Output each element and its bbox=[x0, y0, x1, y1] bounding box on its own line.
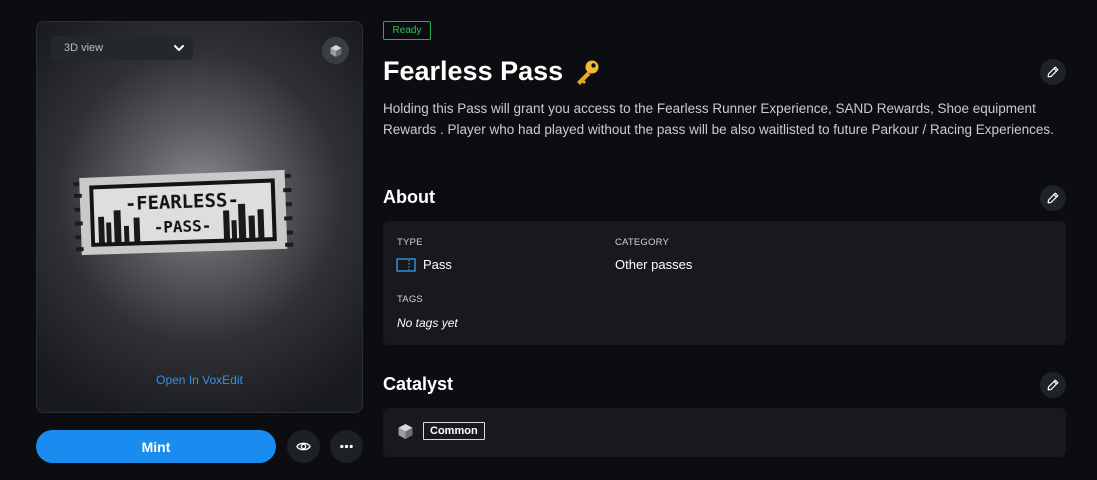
ticket-line-1: -FEARLESS- bbox=[125, 190, 240, 215]
ticket-icon bbox=[396, 257, 416, 272]
rarity-tag: Common bbox=[423, 422, 485, 440]
asset-preview[interactable]: 3D view -FEARLESS- -PASS- Open In VoxEdi… bbox=[36, 21, 363, 413]
catalyst-card: Common bbox=[383, 408, 1066, 457]
edit-catalyst-button[interactable] bbox=[1040, 372, 1066, 398]
cube-icon bbox=[398, 423, 413, 439]
fearless-pass-model: -FEARLESS- -PASS- bbox=[73, 164, 294, 262]
more-options-button[interactable] bbox=[330, 430, 363, 463]
category-value: Other passes bbox=[615, 257, 693, 272]
page-title: Fearless Pass bbox=[383, 56, 602, 87]
view-mode-select[interactable]: 3D view bbox=[51, 36, 193, 60]
type-label: TYPE bbox=[397, 237, 423, 248]
pencil-icon bbox=[1047, 66, 1059, 78]
cube-badge[interactable] bbox=[322, 37, 349, 64]
view-mode-value: 3D view bbox=[64, 42, 104, 54]
chevron-down-icon bbox=[174, 45, 184, 51]
mint-button[interactable]: Mint bbox=[36, 430, 276, 463]
cube-icon bbox=[330, 44, 341, 57]
pencil-icon bbox=[1047, 379, 1059, 391]
catalyst-row: Common bbox=[397, 422, 485, 440]
type-value: Pass bbox=[396, 257, 452, 272]
type-value-text: Pass bbox=[423, 257, 452, 272]
asset-title: Fearless Pass bbox=[383, 56, 564, 86]
catalyst-heading: Catalyst bbox=[383, 374, 454, 394]
key-icon bbox=[577, 60, 599, 85]
about-card: TYPE Pass CATEGORY Other passes TAGS No … bbox=[383, 221, 1066, 345]
eye-icon bbox=[296, 442, 311, 451]
edit-about-button[interactable] bbox=[1040, 185, 1066, 211]
pencil-icon bbox=[1047, 192, 1059, 204]
more-icon bbox=[340, 444, 353, 449]
preview-button[interactable] bbox=[287, 430, 320, 463]
category-label: CATEGORY bbox=[615, 237, 670, 248]
tags-label: TAGS bbox=[397, 294, 423, 305]
asset-description: Holding this Pass will grant you access … bbox=[383, 101, 1054, 137]
tags-value: No tags yet bbox=[397, 316, 458, 330]
open-in-voxedit-link[interactable]: Open In VoxEdit bbox=[37, 373, 362, 387]
about-heading: About bbox=[383, 187, 435, 207]
status-badge: Ready bbox=[383, 21, 431, 40]
ticket-line-2: -PASS- bbox=[153, 216, 211, 237]
edit-title-button[interactable] bbox=[1040, 59, 1066, 85]
